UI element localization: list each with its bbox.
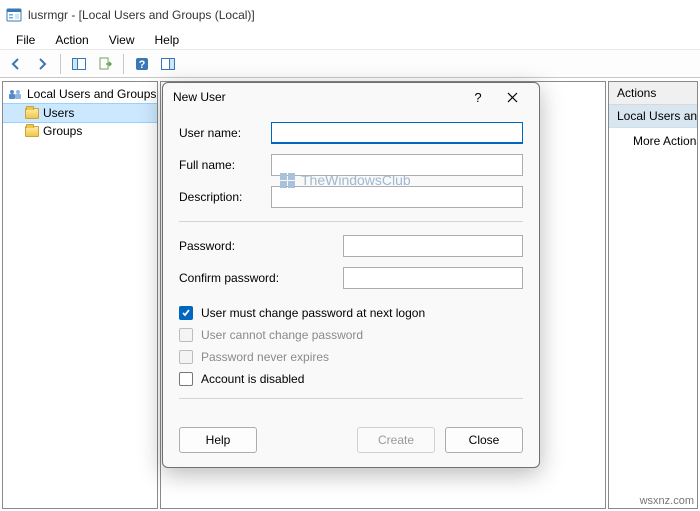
folder-icon — [25, 126, 39, 137]
dialog-body: User name: Full name: Description: Passw… — [163, 111, 539, 419]
divider — [179, 221, 523, 222]
actions-more-label: More Actions — [633, 134, 698, 148]
dialog-close-button[interactable] — [495, 84, 529, 110]
check-label: User must change password at next logon — [201, 306, 425, 320]
check-cannot-change: User cannot change password — [179, 328, 523, 342]
checkbox-icon — [179, 328, 193, 342]
button-close[interactable]: Close — [445, 427, 523, 453]
show-hide-action-pane-button[interactable] — [156, 52, 180, 76]
input-description[interactable] — [271, 186, 523, 208]
tree-item-users[interactable]: Users — [3, 104, 157, 122]
menu-view[interactable]: View — [99, 31, 145, 49]
tree-item-groups[interactable]: Groups — [3, 122, 157, 140]
menu-action[interactable]: Action — [45, 31, 98, 49]
row-description: Description: — [179, 186, 523, 208]
check-label: Password never expires — [201, 350, 329, 364]
title-bar: lusrmgr - [Local Users and Groups (Local… — [0, 0, 700, 30]
checkbox-icon — [179, 350, 193, 364]
actions-pane: Actions Local Users and Groups More Acti… — [608, 81, 698, 509]
row-password: Password: — [179, 235, 523, 257]
checkbox-icon — [179, 372, 193, 386]
tree-item-label: Users — [43, 106, 74, 120]
tree-root[interactable]: Local Users and Groups — [3, 84, 157, 104]
dialog-help-button[interactable]: ? — [461, 84, 495, 110]
help-button[interactable]: ? — [130, 52, 154, 76]
toolbar-separator — [60, 54, 61, 74]
checkbox-icon — [179, 306, 193, 320]
check-label: Account is disabled — [201, 372, 304, 386]
actions-more[interactable]: More Actions — [609, 128, 697, 154]
label-password: Password: — [179, 239, 299, 253]
dialog-titlebar[interactable]: New User ? — [163, 83, 539, 111]
app-icon — [6, 7, 22, 23]
label-fullname: Full name: — [179, 158, 271, 172]
show-hide-tree-button[interactable] — [67, 52, 91, 76]
check-label: User cannot change password — [201, 328, 363, 342]
folder-icon — [25, 108, 39, 119]
close-icon — [507, 92, 518, 103]
back-button[interactable] — [4, 52, 28, 76]
check-never-expires: Password never expires — [179, 350, 523, 364]
tree-root-label: Local Users and Groups — [27, 87, 156, 101]
actions-category: Local Users and Groups — [609, 105, 697, 128]
input-username[interactable] — [271, 122, 523, 144]
check-must-change[interactable]: User must change password at next logon — [179, 306, 523, 320]
check-disabled[interactable]: Account is disabled — [179, 372, 523, 386]
toolbar-separator — [123, 54, 124, 74]
input-fullname[interactable] — [271, 154, 523, 176]
dialog-footer: Help Create Close — [163, 419, 539, 467]
export-button[interactable] — [93, 52, 117, 76]
tree-pane[interactable]: Local Users and Groups Users Groups — [2, 81, 158, 509]
svg-text:?: ? — [139, 59, 146, 71]
menu-bar: File Action View Help — [0, 30, 700, 50]
input-confirm[interactable] — [343, 267, 523, 289]
new-user-dialog: New User ? User name: Full name: Descrip… — [162, 82, 540, 468]
label-username: User name: — [179, 126, 271, 140]
divider — [179, 398, 523, 399]
tree-item-label: Groups — [43, 124, 82, 138]
menu-help[interactable]: Help — [145, 31, 190, 49]
actions-header: Actions — [609, 82, 697, 105]
row-username: User name: — [179, 122, 523, 144]
dialog-title: New User — [173, 90, 226, 104]
input-password[interactable] — [343, 235, 523, 257]
toolbar: ? — [0, 50, 700, 78]
forward-button[interactable] — [30, 52, 54, 76]
menu-file[interactable]: File — [6, 31, 45, 49]
row-confirm: Confirm password: — [179, 267, 523, 289]
button-create: Create — [357, 427, 435, 453]
users-groups-icon — [7, 86, 23, 102]
label-description: Description: — [179, 190, 271, 204]
corner-text: wsxnz.com — [640, 495, 694, 507]
row-fullname: Full name: — [179, 154, 523, 176]
label-confirm: Confirm password: — [179, 271, 299, 285]
window-title: lusrmgr - [Local Users and Groups (Local… — [28, 8, 255, 22]
button-help[interactable]: Help — [179, 427, 257, 453]
